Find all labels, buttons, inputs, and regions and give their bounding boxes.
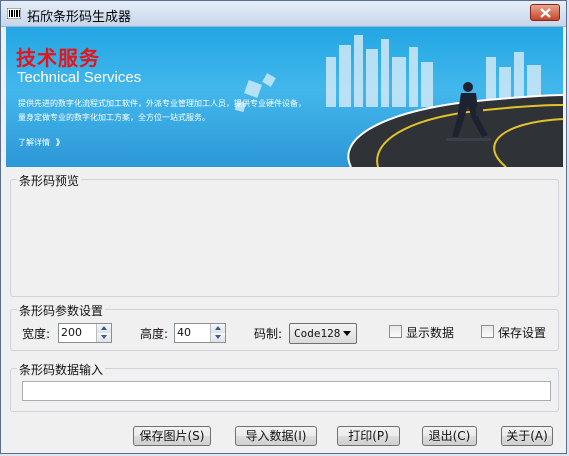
banner-title: 技术服务 — [16, 46, 100, 70]
print-button[interactable]: 打印(P) — [337, 426, 400, 446]
barcode-icon — [7, 8, 21, 19]
height-label: 高度: — [140, 327, 169, 341]
width-down-arrow-icon[interactable] — [97, 333, 111, 342]
app-window: 拓欣条形码生成器 技术服务 Technical Services 提供先进的数字… — [0, 0, 567, 454]
banner-text-line-1: 提供先进的数字化流程式加工软件，外派专业管理加工人员，提供专业硬件设备， — [18, 99, 306, 108]
close-button[interactable] — [530, 4, 560, 21]
save-settings-checkbox[interactable] — [481, 325, 494, 338]
code-type-dropdown[interactable]: Code128 — [289, 323, 357, 344]
settings-group-title: 条形码参数设置 — [17, 302, 106, 319]
data-input-group-title: 条形码数据输入 — [17, 361, 106, 378]
code-type-label: 码制: — [254, 327, 283, 341]
height-value: 40 — [177, 326, 191, 339]
exit-button[interactable]: 退出(C) — [422, 426, 477, 446]
height-stepper-buttons — [210, 324, 225, 342]
import-data-button[interactable]: 导入数据(I) — [235, 426, 317, 446]
width-label: 宽度: — [22, 327, 51, 341]
title-bar[interactable]: 拓欣条形码生成器 — [1, 1, 566, 27]
about-button[interactable]: 关于(A) — [501, 426, 553, 446]
code-type-value: Code128 — [294, 327, 341, 340]
preview-group: 条形码预览 — [10, 172, 559, 297]
banner-image: 技术服务 Technical Services 提供先进的数字化流程式加工软件，… — [6, 27, 563, 167]
banner-text-line-2: 量身定做专业的数字化加工方案，全方位一站式服务。 — [18, 113, 210, 122]
width-stepper-buttons — [96, 324, 111, 342]
save-image-button[interactable]: 保存图片(S) — [133, 426, 211, 446]
chevron-down-icon — [343, 331, 351, 336]
close-icon — [540, 8, 551, 18]
height-down-arrow-icon[interactable] — [211, 333, 225, 342]
window-title: 拓欣条形码生成器 — [27, 10, 132, 25]
banner-subtitle: Technical Services — [17, 69, 142, 86]
save-settings-label: 保存设置 — [498, 326, 547, 340]
learn-more-link[interactable]: 了解详情》 — [18, 137, 64, 148]
preview-group-title: 条形码预览 — [17, 172, 82, 189]
show-data-checkbox[interactable] — [389, 325, 402, 338]
barcode-data-input[interactable] — [22, 381, 551, 401]
width-stepper[interactable]: 200 — [58, 323, 112, 343]
width-value: 200 — [61, 326, 82, 339]
height-stepper[interactable]: 40 — [174, 323, 226, 343]
show-data-label: 显示数据 — [406, 326, 455, 340]
learn-more-arrow-icon: 》 — [56, 138, 64, 147]
learn-more-label: 了解详情 — [18, 138, 50, 147]
